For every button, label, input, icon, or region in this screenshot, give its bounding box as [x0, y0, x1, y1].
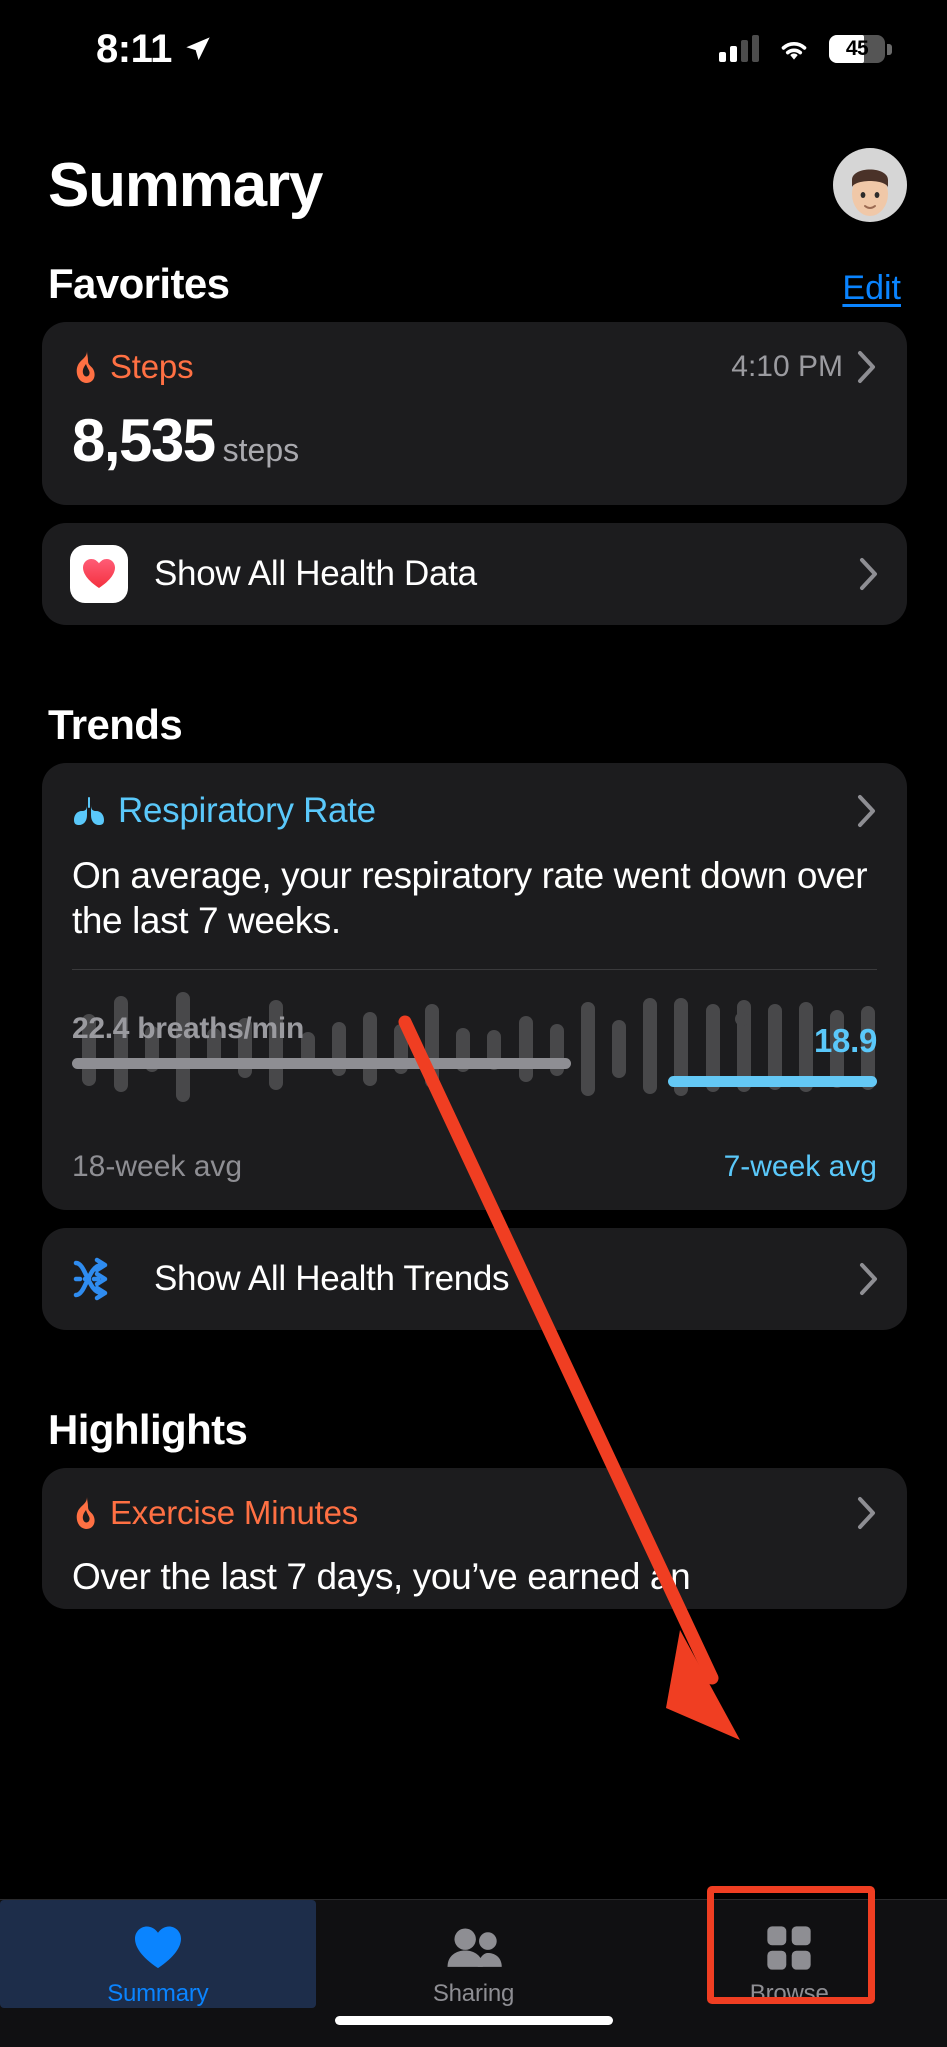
lungs-icon: [74, 797, 104, 825]
favorites-section-header: Favorites Edit: [0, 222, 947, 322]
show-all-health-trends-label: Show All Health Trends: [154, 1259, 510, 1299]
seven-week-avg-line: [667, 1076, 877, 1088]
status-bar-left: 8:11: [96, 27, 212, 72]
exercise-minutes-name: Exercise Minutes: [110, 1494, 359, 1532]
chevron-right-icon: [858, 351, 875, 383]
steps-unit: steps: [222, 432, 300, 468]
status-bar-right: 45: [719, 35, 892, 63]
exercise-minutes-card[interactable]: Exercise Minutes Over the last 7 days, y…: [42, 1468, 907, 1610]
home-indicator: [334, 2016, 613, 2025]
tab-bar: Summary Sharing Browse: [0, 1899, 947, 2047]
seven-week-avg-label: 7-week avg: [723, 1150, 877, 1184]
flame-icon: [76, 351, 95, 383]
steps-label-group: Steps: [72, 348, 194, 386]
battery-indicator: 45: [829, 35, 892, 63]
grid-squares-icon: [766, 1922, 812, 1974]
exercise-minutes-description: Over the last 7 days, you’ve earned an: [72, 1556, 691, 1598]
trend-title-group: Respiratory Rate: [72, 791, 376, 831]
trend-title: Respiratory Rate: [118, 791, 376, 830]
tab-summary-label: Summary: [107, 1980, 209, 2007]
respiratory-rate-chart: 22.4 breaths/min 18.9: [72, 984, 877, 1134]
page-title: Summary: [48, 150, 323, 220]
tab-summary[interactable]: Summary: [0, 1900, 316, 2008]
highlights-title: Highlights: [48, 1406, 248, 1454]
chevron-right-icon: [860, 1263, 877, 1296]
chart-bar: [175, 992, 190, 1103]
chart-bar: [643, 998, 658, 1095]
chevron-right-icon: [860, 558, 877, 590]
wifi-icon: [781, 42, 807, 60]
steps-timestamp: 4:10 PM: [731, 350, 843, 383]
highlights-section-header: Highlights: [0, 1348, 947, 1468]
steps-name: Steps: [110, 348, 194, 385]
trends-section-header: Trends: [0, 643, 947, 763]
clock-time: 8:11: [96, 26, 172, 71]
summary-page: Summary Favorites Edit Steps 4:10 PM 8,5…: [0, 98, 947, 1627]
memoji-icon: [852, 169, 888, 216]
steps-card-header: Steps 4:10 PM: [72, 348, 877, 386]
steps-meta: 4:10 PM: [731, 350, 877, 384]
eighteen-week-avg-label: 18-week avg: [72, 1150, 243, 1184]
heart-icon: [133, 1922, 183, 1974]
tab-browse[interactable]: Browse: [631, 1900, 947, 2008]
trends-arrows-glyph-icon: [73, 1258, 108, 1301]
chart-bar: [518, 1016, 533, 1083]
steps-card[interactable]: Steps 4:10 PM 8,535 steps: [42, 322, 907, 505]
chart-bar: [362, 1012, 377, 1087]
eighteen-week-avg-value: 22.4 breaths/min: [72, 1012, 304, 1046]
show-all-health-trends-row[interactable]: Show All Health Trends: [42, 1228, 907, 1331]
profile-avatar[interactable]: [833, 148, 907, 222]
chart-bar: [612, 1020, 627, 1079]
highlight-card-header: Exercise Minutes: [72, 1494, 877, 1532]
edit-favorites-button[interactable]: Edit: [842, 269, 901, 308]
show-all-health-data-row[interactable]: Show All Health Data: [42, 523, 907, 625]
chart-footer: 18-week avg 7-week avg: [72, 1134, 877, 1184]
battery-percent-label: 45: [845, 37, 869, 60]
tab-sharing-label: Sharing: [432, 1980, 515, 2007]
flame-icon: [76, 1497, 95, 1530]
tab-sharing[interactable]: Sharing: [316, 1900, 632, 2008]
people-icon: [445, 1922, 503, 1974]
page-header: Summary: [0, 98, 947, 222]
chevron-right-icon: [858, 795, 875, 827]
health-heart-icon: [70, 545, 128, 603]
card-divider: [72, 969, 877, 971]
show-all-health-data-label: Show All Health Data: [154, 554, 477, 593]
chart-bar: [580, 1002, 595, 1097]
trend-description: On average, your respiratory rate went d…: [72, 855, 868, 942]
steps-value: 8,535: [72, 407, 216, 474]
chart-bar: [425, 1004, 440, 1089]
cellular-signal-icon: [719, 35, 759, 62]
trends-arrows-icon: [70, 1250, 128, 1308]
favorites-title: Favorites: [48, 260, 230, 307]
highlight-label-group: Exercise Minutes: [72, 1494, 358, 1532]
respiratory-rate-trend-card[interactable]: Respiratory Rate On average, your respir…: [42, 763, 907, 1211]
location-arrow-icon: [186, 37, 210, 61]
status-bar: 8:11 45: [0, 0, 947, 98]
trends-title: Trends: [48, 701, 183, 748]
seven-week-avg-value: 18.9: [813, 1022, 877, 1060]
trend-card-header: Respiratory Rate: [72, 791, 877, 831]
heart-glyph-icon: [83, 559, 115, 588]
chevron-right-icon: [858, 1497, 875, 1530]
eighteen-week-avg-line: [72, 1058, 572, 1070]
tab-browse-label: Browse: [749, 1980, 829, 2007]
steps-value-group: 8,535 steps: [72, 386, 877, 475]
